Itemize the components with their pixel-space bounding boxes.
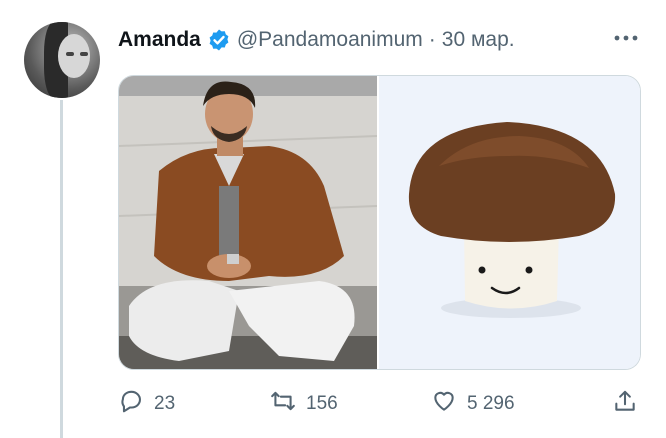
like-count: 5 296 <box>467 393 515 414</box>
photo-man-sitting[interactable] <box>119 76 377 369</box>
thread-line <box>60 100 63 438</box>
retweet-button[interactable]: 156 <box>270 388 338 420</box>
tweet-media[interactable] <box>118 75 641 370</box>
share-icon <box>612 388 638 420</box>
tweet-actions: 23 156 5 296 <box>118 388 639 420</box>
reply-icon <box>118 388 144 420</box>
retweet-count: 156 <box>306 393 338 414</box>
avatar-eye <box>66 52 74 56</box>
avatar[interactable] <box>24 22 100 98</box>
author-name[interactable]: Amanda <box>118 28 201 52</box>
reply-count: 23 <box>154 393 176 414</box>
tweet-date[interactable]: 30 мар. <box>442 28 515 52</box>
more-options-icon[interactable] <box>612 28 640 48</box>
photo-mushroom-plush[interactable] <box>376 76 640 369</box>
avatar-eye <box>80 52 88 56</box>
separator-dot: · <box>428 28 436 51</box>
author-handle[interactable]: @Pandamoanimum <box>237 28 423 52</box>
avatar-face <box>58 34 90 78</box>
heart-icon <box>431 388 457 420</box>
tweet-header: Amanda @Pandamoanimum · 30 мар. <box>118 26 515 54</box>
retweet-icon <box>270 388 296 420</box>
reply-button[interactable]: 23 <box>118 388 175 420</box>
like-button[interactable]: 5 296 <box>431 388 515 420</box>
verified-badge-icon <box>207 28 231 52</box>
share-button[interactable] <box>612 388 638 420</box>
